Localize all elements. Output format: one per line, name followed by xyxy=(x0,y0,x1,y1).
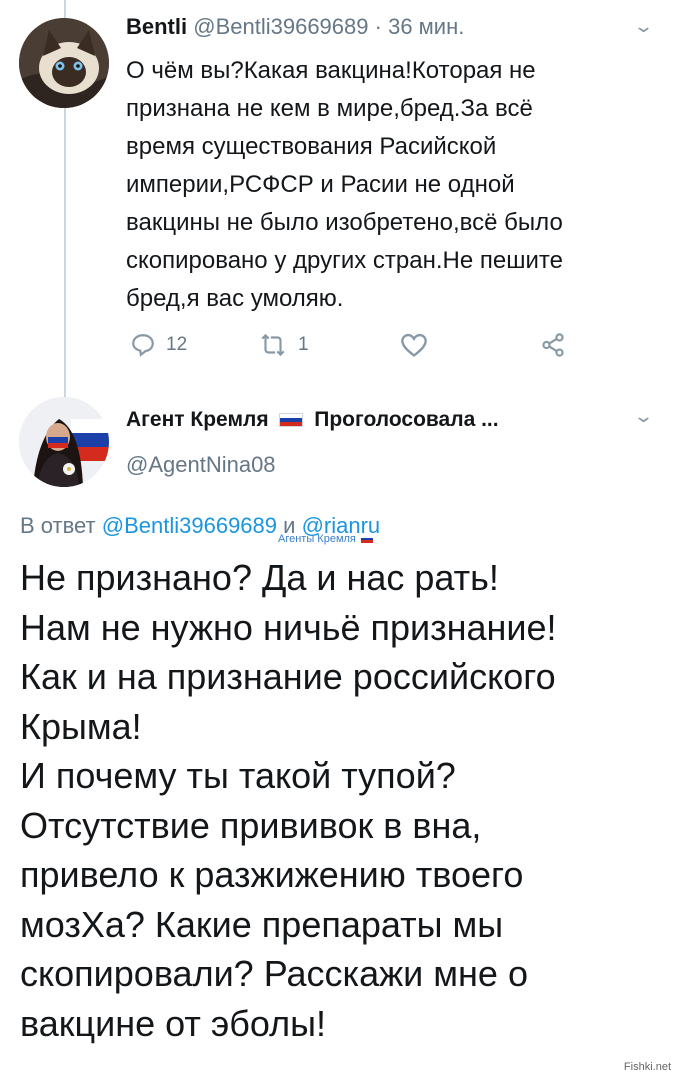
tweet-text-line: время существования Расийской xyxy=(126,133,497,160)
russian-flag-icon xyxy=(360,535,373,543)
agents-stamp: Агенты Кремля xyxy=(278,533,375,545)
tweet-text-line: Нам не нужно ничьё признание! xyxy=(20,606,557,648)
tweet-text-line: признана не кем в мире,бред.За всё xyxy=(126,95,533,122)
tweet-text-line: вакцины не было изобретено,всё было xyxy=(126,209,563,236)
tweet-text-line: империи,РСФСР и Расии не одной xyxy=(126,171,515,198)
retweet-count: 1 xyxy=(298,334,309,355)
agent-avatar-image xyxy=(19,397,109,487)
watermark: Fishki.net xyxy=(623,1061,671,1073)
chevron-down-icon[interactable]: ⌄ xyxy=(633,16,654,37)
reply-button[interactable]: 12 xyxy=(130,332,187,358)
tweet-header: Bentli @Bentli39669689 · 36 мин. xyxy=(126,14,464,40)
tweet-actions: 12 1 xyxy=(130,330,580,364)
timestamp[interactable]: 36 мин. xyxy=(388,14,464,39)
tweet-text-line: Не признано? Да и нас рать! xyxy=(20,557,499,598)
tweet-text-line: привело к разжижению твоего xyxy=(20,854,524,895)
user-handle[interactable]: @Bentli39669689 xyxy=(193,14,368,39)
tweet-text-line: Крыма! xyxy=(20,705,142,747)
user-handle[interactable]: @AgentNina08 xyxy=(126,452,276,478)
display-name-secondary: Проголосовала ... xyxy=(314,408,499,431)
like-icon xyxy=(401,333,427,357)
tweet-text: О чём вы?Какая вакцина!Которая не призна… xyxy=(126,52,646,318)
display-name-primary: Агент Кремля xyxy=(126,408,269,431)
tweet-text-line: О чём вы?Какая вакцина!Которая не xyxy=(126,57,536,84)
retweet-button[interactable]: 1 xyxy=(258,332,309,358)
display-name[interactable]: Bentli xyxy=(126,14,187,39)
tweet-text-line: вакцине от эболы! xyxy=(20,1002,326,1044)
tweet-text-line: скопировали? Расскажи мне о xyxy=(20,953,528,994)
cat-avatar-image xyxy=(19,18,109,108)
reply-prefix: В ответ xyxy=(20,513,96,538)
share-button[interactable] xyxy=(540,332,566,358)
like-button[interactable] xyxy=(400,332,428,358)
tweet-text: Не признано? Да и нас рать! Нам не нужно… xyxy=(20,553,670,1048)
avatar[interactable] xyxy=(19,18,109,108)
reply-icon xyxy=(132,334,154,357)
reply-count: 12 xyxy=(166,334,188,355)
mention-link[interactable]: @Bentli39669689 xyxy=(102,513,277,538)
avatar[interactable] xyxy=(19,397,109,487)
tweet-text-line: И почему ты такой тупой? xyxy=(20,755,456,796)
tweet-text-line: Отсутствие прививок в вна, xyxy=(20,804,482,846)
tweet-text-line: мозХа? Какие препараты мы xyxy=(20,903,504,945)
russian-flag-icon xyxy=(279,413,304,427)
stamp-label: Агенты Кремля xyxy=(278,533,356,545)
tweet-text-line: Как и на признание российского xyxy=(20,656,556,697)
separator: · xyxy=(374,14,382,39)
chevron-down-icon[interactable]: ⌄ xyxy=(633,406,654,427)
tweet-text-line: бред,я вас умоляю. xyxy=(126,285,344,312)
tweet-text-line: скопировано у других стран.Не пешите xyxy=(126,247,563,274)
retweet-icon xyxy=(261,333,285,357)
share-icon xyxy=(542,333,564,357)
display-name[interactable]: Агент Кремля Проголосовала ... xyxy=(126,408,499,432)
